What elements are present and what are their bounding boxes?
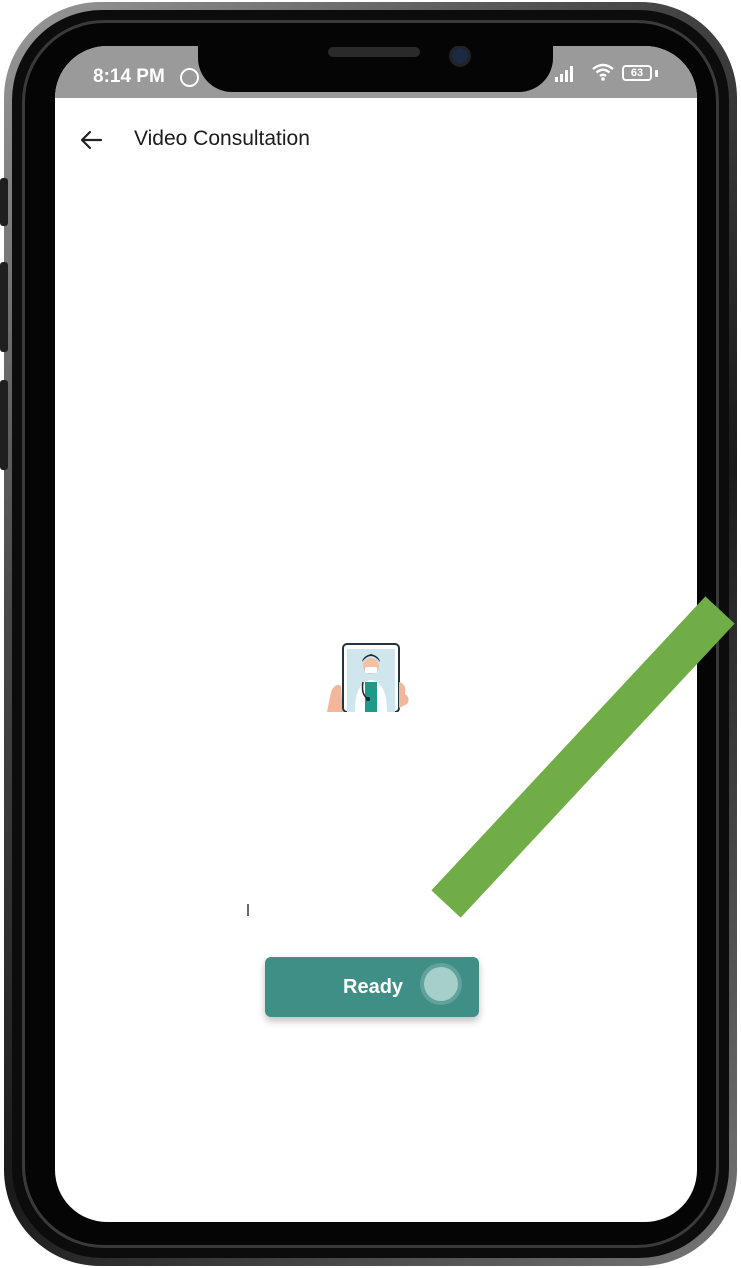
status-bar: 8:14 PM 63	[55, 46, 697, 98]
side-button-mute	[0, 178, 8, 226]
back-arrow-icon[interactable]	[77, 126, 105, 154]
phone-frame: 8:14 PM 63 Video Consultation Ready	[0, 0, 741, 1268]
battery-tip	[655, 70, 658, 77]
side-button-volume-down	[0, 380, 8, 470]
front-camera	[449, 46, 471, 67]
wifi-icon	[592, 63, 614, 81]
status-time: 8:14 PM	[93, 66, 165, 87]
alarm-icon	[180, 68, 199, 87]
ready-button[interactable]: Ready	[265, 957, 479, 1017]
signal-icon	[555, 66, 573, 82]
doctor-video-call-illustration	[327, 643, 409, 712]
loading-mark	[247, 904, 249, 916]
ready-label: Ready	[343, 976, 404, 998]
toggle-knob[interactable]	[424, 967, 458, 1001]
speaker-grille	[328, 47, 420, 57]
notch	[198, 46, 553, 92]
annotation-arrow	[431, 596, 735, 918]
side-button-volume-up	[0, 262, 8, 352]
app-header: Video Consultation	[55, 98, 697, 178]
battery-icon: 63	[622, 65, 652, 81]
page-title: Video Consultation	[134, 127, 310, 150]
